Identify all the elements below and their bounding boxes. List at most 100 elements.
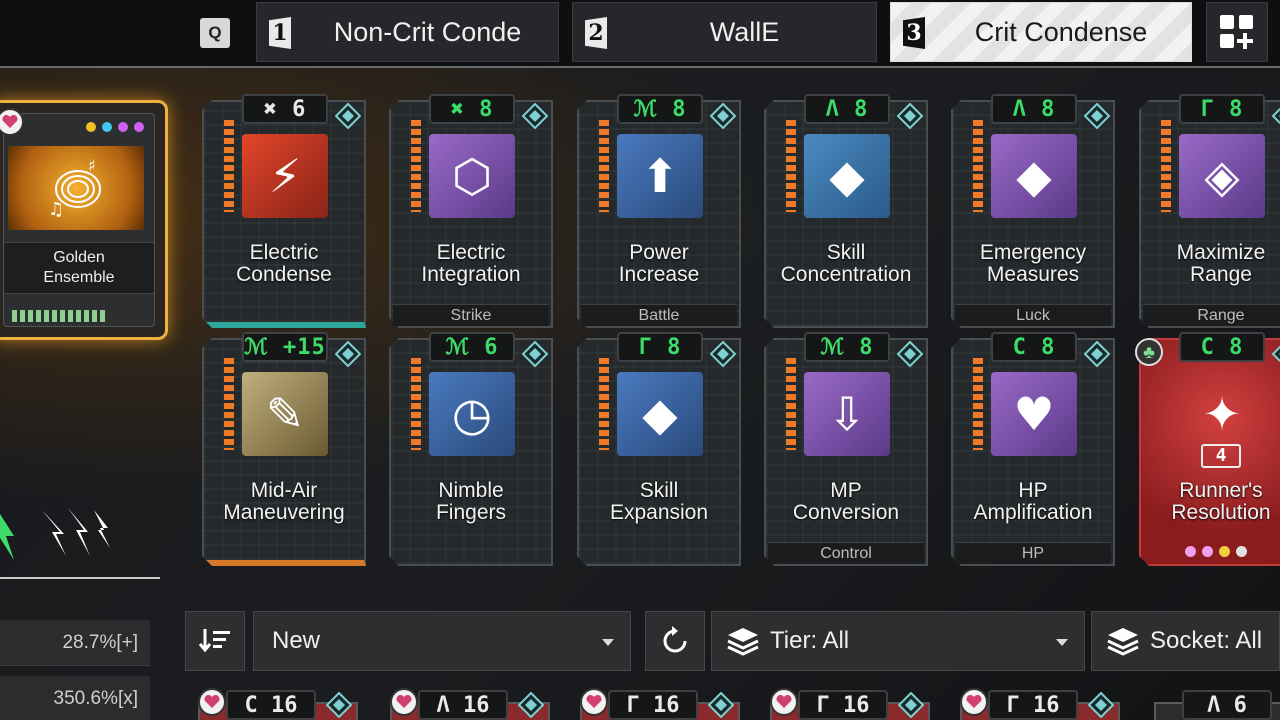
socket-diamond-icon	[334, 340, 362, 368]
heart-icon	[960, 688, 988, 716]
socket-diamond-icon	[896, 102, 924, 130]
tier-filter-value: Tier: All	[770, 627, 850, 654]
preset-bar: Q 1 Non-Crit Conde 2 WallE 3 Crit Conden…	[0, 0, 1280, 68]
heart-icon	[390, 688, 418, 716]
club-icon: ♣	[1135, 338, 1163, 366]
skill-expansion-icon: ◆	[617, 372, 703, 456]
capacity-badge: C 8	[991, 332, 1077, 362]
socket-diamond-icon	[709, 102, 737, 130]
socket-diamond-icon	[521, 340, 549, 368]
inventory-module-card[interactable]: Γ 16	[770, 686, 930, 720]
capacity-badge: Λ 16	[418, 690, 508, 720]
preset-number: 1	[269, 17, 291, 49]
inventory-module-card[interactable]: Γ 16	[960, 686, 1120, 720]
heart-icon	[198, 688, 226, 716]
hotkey-q: Q	[200, 18, 230, 48]
heart-icon	[770, 688, 798, 716]
module-category: Control	[768, 542, 924, 564]
chevron-down-icon	[602, 639, 614, 646]
sort-order-button[interactable]	[185, 611, 245, 671]
module-title: Skill Expansion	[609, 479, 709, 524]
module-card-runners-resolution[interactable]: ✦ C 8 Runner's Resolution 4 ♣	[1135, 332, 1280, 566]
module-card-skill-concentration[interactable]: ◆ Λ 8 Skill Concentration	[764, 94, 928, 328]
capacity-badge: Γ 16	[798, 690, 888, 720]
inventory-module-card[interactable]: Λ 16	[390, 686, 550, 720]
module-title: Mid-Air Maneuvering	[223, 479, 345, 524]
inventory-module-card[interactable]: C 16	[198, 686, 358, 720]
layers-icon	[727, 628, 759, 656]
socket-diamond-icon	[1083, 102, 1111, 130]
module-title: Electric Integration	[421, 241, 521, 286]
equipped-module-card[interactable]: ♯ ♫ Golden Ensemble	[0, 100, 168, 340]
capacity-badge: ℳ +15	[242, 332, 328, 362]
module-title: Nimble Fingers	[435, 479, 507, 524]
preset-tab-1[interactable]: 1 Non-Crit Conde	[256, 2, 559, 62]
capacity-badge: Γ 16	[988, 690, 1078, 720]
module-category: HP	[955, 542, 1111, 564]
add-preset-button[interactable]	[1206, 2, 1268, 62]
socket-diamond-icon	[1271, 340, 1280, 368]
skill-concentration-icon: ◆	[804, 134, 890, 218]
module-card-emergency-measures[interactable]: ◆ Λ 8 Emergency Measures Luck	[951, 94, 1115, 328]
module-card-nimble-fingers[interactable]: ◷ ℳ 6 Nimble Fingers	[389, 332, 553, 566]
cooldown-count: 4	[1201, 444, 1241, 468]
mid-air-maneuvering-icon: ✎	[242, 372, 328, 456]
module-card-maximize-range[interactable]: ◈ Γ 8 Maximize Range Range	[1139, 94, 1280, 328]
level-bars	[12, 310, 105, 322]
equipped-inner: ♯ ♫ Golden Ensemble	[3, 113, 155, 327]
tier-bar	[1161, 120, 1171, 212]
module-card-hp-amplification[interactable]: ♥ C 8 HP Amplification HP	[951, 332, 1115, 566]
socket-diamond-icon	[897, 691, 925, 720]
tier-bar	[786, 358, 796, 450]
module-category: Battle	[581, 304, 737, 326]
module-title: Runner's Resolution	[1171, 479, 1271, 524]
socket-dots	[86, 122, 144, 132]
capacity-badge: Λ 8	[991, 94, 1077, 124]
tier-bar	[599, 358, 609, 450]
capacity-badge: Λ 6	[1182, 690, 1272, 720]
capacity-badge: ℳ 6	[429, 332, 515, 362]
inventory-module-card[interactable]: Γ 16	[580, 686, 740, 720]
equipped-name: Golden Ensemble	[4, 242, 154, 294]
preset-label: Crit Condense	[974, 16, 1148, 47]
capacity-badge: ✖ 6	[242, 94, 328, 124]
capacity-badge: Λ 8	[804, 94, 890, 124]
module-card-electric-integration[interactable]: ⬡ ✖ 8 Electric Integration Strike	[389, 94, 553, 328]
socket-diamond-icon	[709, 340, 737, 368]
sort-descending-icon	[198, 629, 230, 653]
chevron-down-icon	[1056, 639, 1068, 646]
socket-dots	[1185, 546, 1247, 557]
capacity-badge: Γ 8	[1179, 94, 1265, 124]
inventory-module-card[interactable]: Λ 6	[1154, 686, 1280, 720]
lightning-icon	[42, 508, 110, 556]
layers-icon	[1107, 628, 1139, 656]
sort-dropdown[interactable]: New	[253, 611, 631, 671]
hp-amplification-icon: ♥	[991, 372, 1077, 456]
module-card-power-increase[interactable]: ⬆ ℳ 8 Power Increase Battle	[577, 94, 741, 328]
socket-diamond-icon	[707, 691, 735, 720]
module-card-electric-condense[interactable]: ⚡ ✖ 6 Electric Condense	[202, 94, 366, 328]
sort-value: New	[272, 627, 321, 654]
socket-diamond-icon	[1271, 102, 1280, 130]
svg-text:♫: ♫	[48, 199, 64, 220]
module-title: Maximize Range	[1176, 241, 1266, 286]
tier-filter-dropdown[interactable]: Tier: All	[711, 611, 1085, 671]
socket-diamond-icon	[1087, 691, 1115, 720]
reset-button[interactable]	[645, 611, 705, 671]
green-lightning-icon	[0, 514, 14, 560]
socket-filter-dropdown[interactable]: Socket: All	[1091, 611, 1280, 671]
module-card-mp-conversion[interactable]: ⇩ ℳ 8 MP Conversion Control	[764, 332, 928, 566]
preset-tab-2[interactable]: 2 WallE	[572, 2, 877, 62]
electric-condense-icon: ⚡	[242, 134, 328, 218]
preset-label: Non-Crit Conde	[333, 16, 522, 47]
preset-number: 3	[903, 17, 925, 49]
preset-tab-3[interactable]: 3 Crit Condense	[890, 2, 1192, 62]
module-category: Luck	[955, 304, 1111, 326]
socket-diamond-icon	[896, 340, 924, 368]
preset-number: 2	[585, 17, 607, 49]
add-grid-icon	[1220, 15, 1253, 49]
tier-bar	[224, 358, 234, 450]
module-card-mid-air-maneuvering[interactable]: ✎ ℳ +15 Mid-Air Maneuvering	[202, 332, 366, 566]
module-card-skill-expansion[interactable]: ◆ Γ 8 Skill Expansion	[577, 332, 741, 566]
stat-row-multiplier: 350.6%[x]	[0, 676, 150, 720]
